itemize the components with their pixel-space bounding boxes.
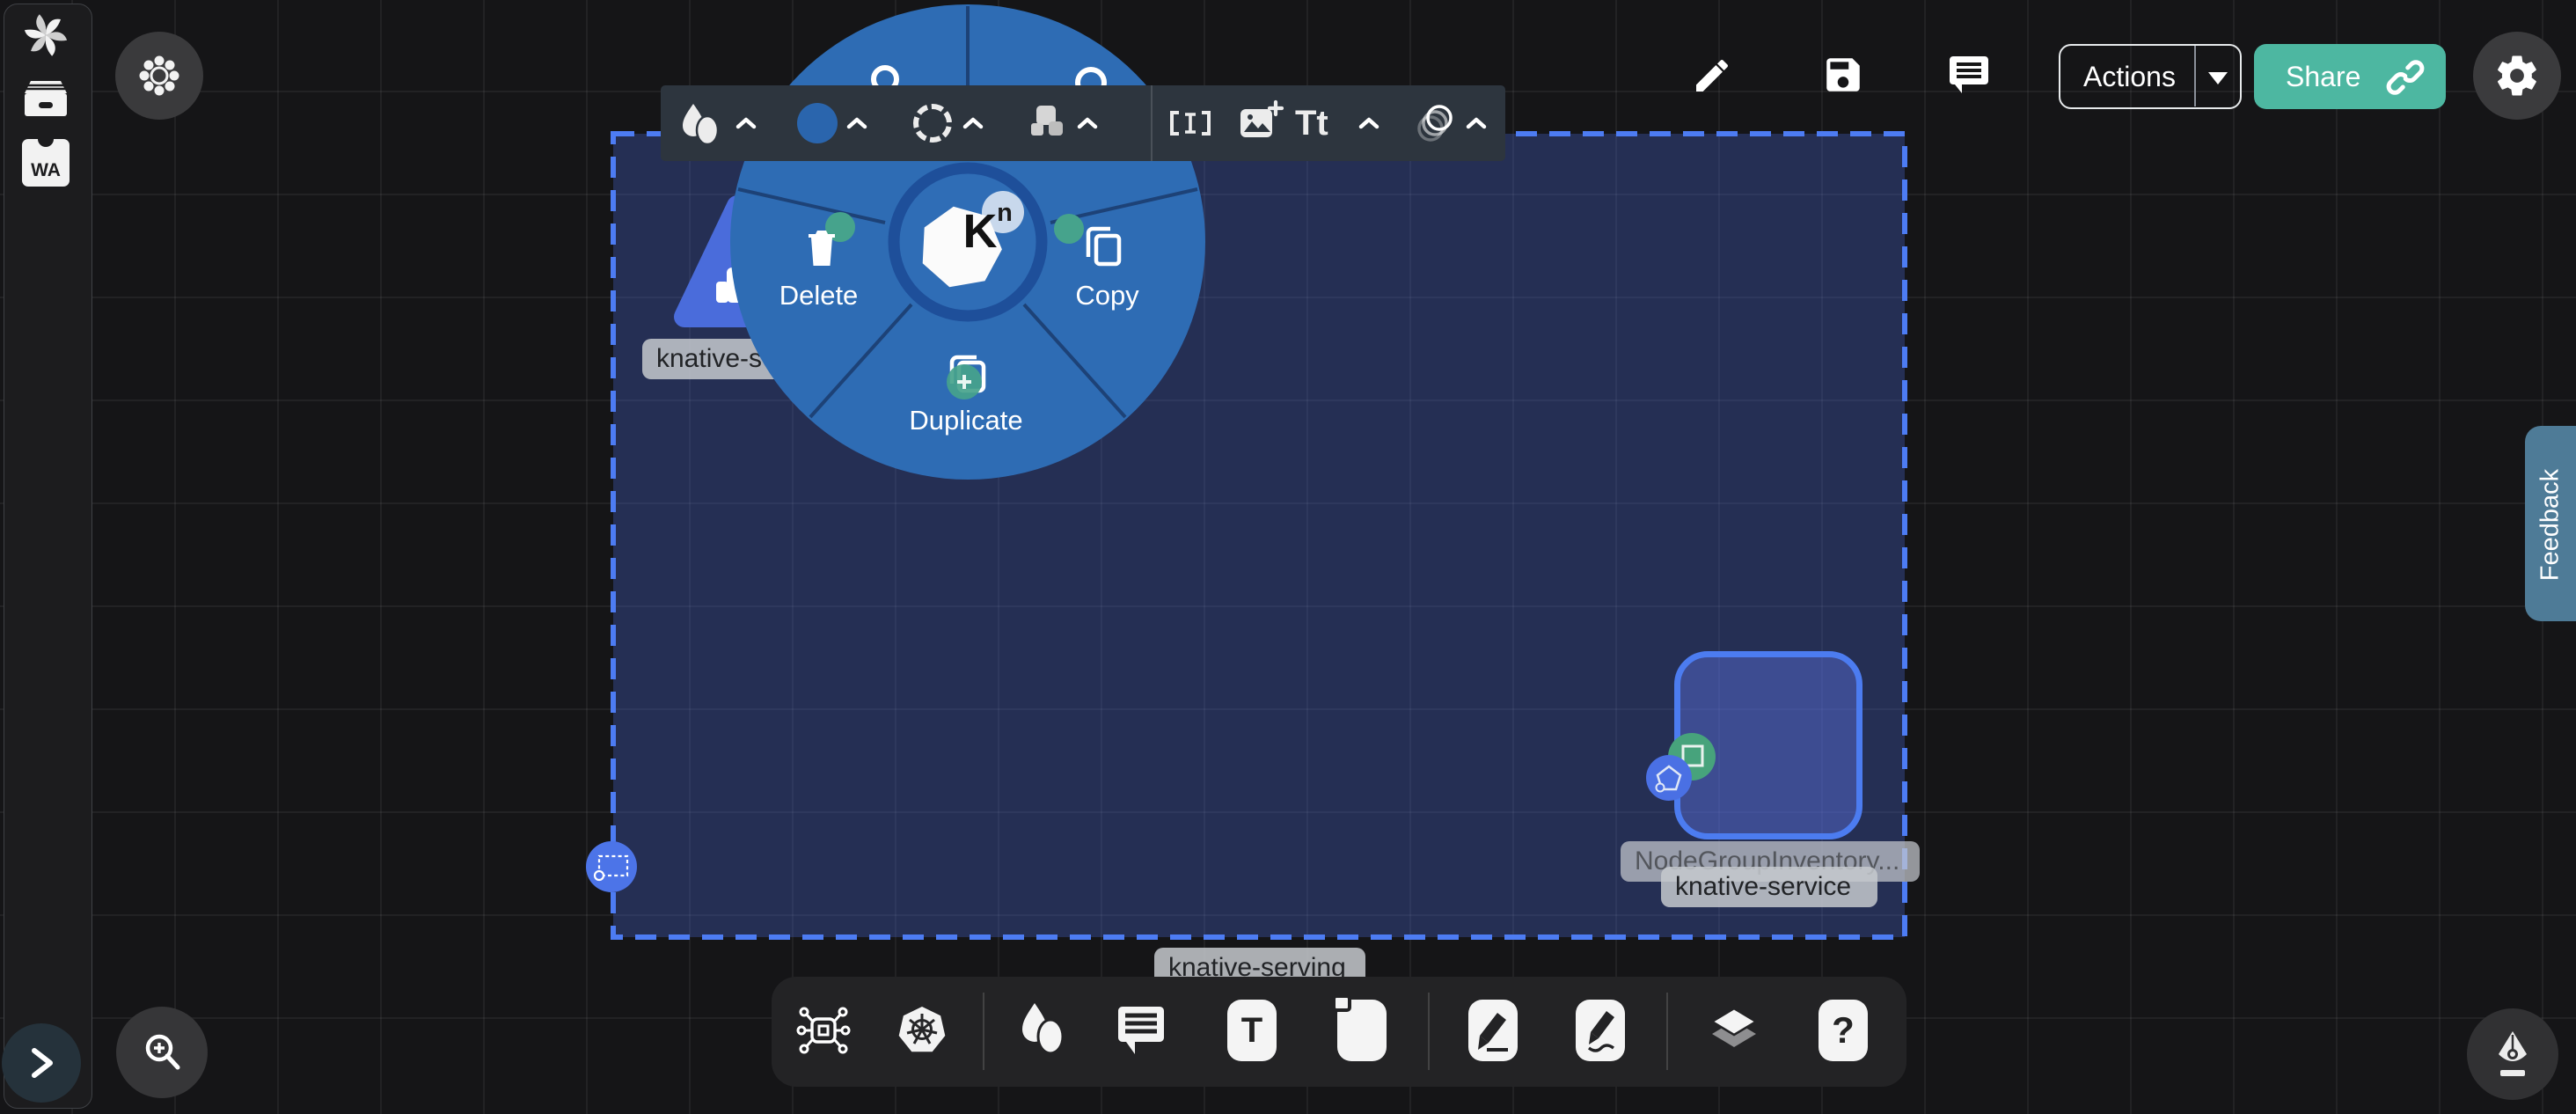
actions-split-button[interactable]: Actions <box>2059 44 2242 109</box>
link-icon <box>2386 58 2425 97</box>
canvas[interactable]: knative-s NodeGroupInventory... knative-… <box>0 0 2576 1114</box>
toolbar-divider <box>1666 993 1668 1070</box>
radial-item-copy[interactable]: Copy <box>1043 280 1171 311</box>
vector-pen-button[interactable] <box>2467 1008 2558 1100</box>
toolbar-divider <box>983 993 984 1070</box>
fill-color-swatch[interactable] <box>797 103 838 143</box>
shape-style-icon[interactable] <box>676 100 721 146</box>
zoom-in-button[interactable] <box>116 1007 208 1098</box>
zoom-in-icon <box>138 1029 186 1076</box>
gear-icon <box>2493 52 2541 99</box>
text-tool[interactable]: T <box>1227 1000 1277 1061</box>
feedback-label: Feedback <box>2536 428 2565 623</box>
node-label-text: knative-service <box>1675 872 1851 902</box>
help-tool[interactable]: ? <box>1819 1000 1868 1061</box>
components-button[interactable] <box>115 32 203 120</box>
webassembly-icon[interactable]: WA <box>22 139 70 187</box>
actions-label[interactable]: Actions <box>2060 61 2176 93</box>
copy-style-icon[interactable] <box>1028 102 1070 144</box>
radial-item-delete[interactable]: Delete <box>755 280 882 311</box>
chevron-right-icon <box>26 1044 57 1082</box>
toolbar-divider <box>1151 85 1153 161</box>
pentagon-badge <box>1646 755 1692 801</box>
pencil-icon[interactable] <box>1691 55 1733 97</box>
pen-nib-icon <box>2486 1028 2539 1081</box>
feedback-tab[interactable]: Feedback <box>2525 426 2576 621</box>
pinwheel-logo[interactable] <box>21 11 70 60</box>
draw-tool[interactable] <box>1576 1000 1625 1061</box>
webassembly-notch <box>38 131 54 147</box>
stroke-style-icon[interactable] <box>913 104 952 143</box>
chevron-up-icon[interactable] <box>962 116 984 130</box>
resize-width-icon[interactable] <box>1167 102 1214 144</box>
archive-box-icon[interactable] <box>19 74 72 123</box>
save-icon[interactable] <box>1821 53 1865 97</box>
webassembly-label: WA <box>22 160 70 181</box>
toolbar-divider <box>1428 993 1430 1070</box>
text-style-button[interactable]: Tt <box>1295 104 1328 143</box>
help-tool-glyph: ? <box>1832 1009 1855 1052</box>
duplicate-plus-dot <box>947 364 982 399</box>
comment-tool[interactable] <box>1114 1003 1168 1059</box>
annotate-tool[interactable] <box>1468 1000 1518 1061</box>
share-button[interactable]: Share <box>2254 44 2446 109</box>
frame-tool-corner <box>1332 994 1351 1012</box>
chevron-up-icon[interactable] <box>1077 116 1098 130</box>
selection-handle[interactable] <box>586 841 637 892</box>
frame-tool[interactable] <box>1337 1000 1387 1061</box>
connections-tool[interactable] <box>796 1003 851 1058</box>
text-tool-glyph: T <box>1241 1011 1262 1051</box>
opacity-icon[interactable] <box>1409 99 1459 148</box>
chevron-up-icon[interactable] <box>846 116 867 130</box>
comment-icon[interactable] <box>1946 53 1990 97</box>
actions-divider <box>2194 46 2196 106</box>
expand-sidebar-button[interactable] <box>2 1023 81 1103</box>
node-label-service: knative-service <box>1661 867 1877 907</box>
chevron-up-icon[interactable] <box>735 116 757 130</box>
layers-tool[interactable] <box>1707 1001 1761 1059</box>
copy-status-dot <box>1054 214 1084 244</box>
settings-button[interactable] <box>2473 32 2561 120</box>
copy-icon[interactable] <box>1082 224 1126 269</box>
radial-item-duplicate[interactable]: Duplicate <box>891 405 1041 436</box>
knative-logo-badge: n <box>989 199 1021 228</box>
chevron-up-icon[interactable] <box>1466 116 1487 130</box>
shapes-tool[interactable] <box>1014 1000 1068 1061</box>
kubernetes-tool[interactable] <box>895 1001 949 1059</box>
chevron-up-icon[interactable] <box>1358 116 1379 130</box>
trash-icon[interactable] <box>801 225 843 269</box>
share-label[interactable]: Share <box>2254 61 2360 93</box>
replace-image-icon[interactable] <box>1235 97 1284 146</box>
actions-caret-icon[interactable] <box>2208 72 2228 84</box>
molecule-icon <box>136 53 182 99</box>
